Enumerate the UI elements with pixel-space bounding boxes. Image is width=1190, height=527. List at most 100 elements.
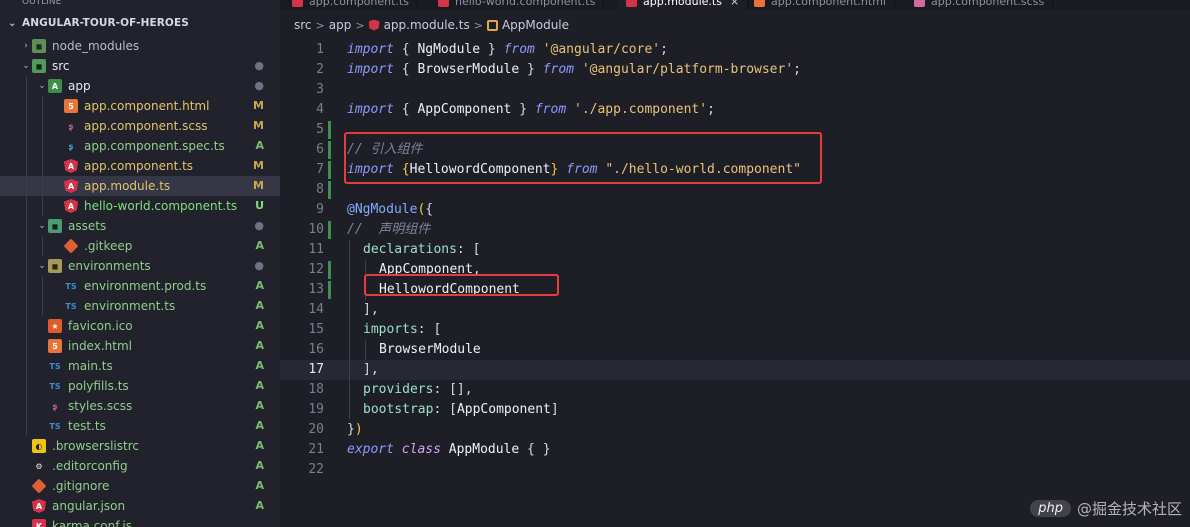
code-line[interactable]: 5 xyxy=(280,120,1190,140)
editor-tab[interactable]: app.module.ts × xyxy=(618,0,749,10)
code-line[interactable]: 20}) xyxy=(280,420,1190,440)
tree-item[interactable]: Aangular.json A xyxy=(0,496,280,516)
git-status-badge: M xyxy=(253,119,264,132)
browserslist-file-icon: ◐ xyxy=(32,439,46,453)
close-icon[interactable]: × xyxy=(730,0,739,8)
code-line[interactable]: 8 xyxy=(280,180,1190,200)
tree-item[interactable]: TS test.ts A xyxy=(0,416,280,436)
code-token: providers xyxy=(363,382,434,397)
chevron-down-icon[interactable]: ⌄ xyxy=(20,61,32,71)
code-line[interactable]: 14], xyxy=(280,300,1190,320)
tree-item[interactable]: .gitkeep A xyxy=(0,236,280,256)
breadcrumb-item[interactable]: AppModule xyxy=(502,18,569,32)
git-status-badge: M xyxy=(253,179,264,192)
code-line[interactable]: 6 // 引入组件 xyxy=(280,140,1190,160)
breadcrumb-item[interactable]: app xyxy=(329,18,352,32)
code-token: ; xyxy=(660,42,668,57)
indent-guide xyxy=(42,156,43,176)
code-area[interactable]: 1 import { NgModule } from '@angular/core… xyxy=(280,40,1190,480)
tree-item[interactable]: › ◼ node_modules xyxy=(0,36,280,56)
tree-item[interactable]: ⚙ .editorconfig A xyxy=(0,456,280,476)
git-file-icon xyxy=(31,478,47,494)
tree-item[interactable]: ★ favicon.ico A xyxy=(0,316,280,336)
tree-item[interactable]: TS environment.ts A xyxy=(0,296,280,316)
code-token: from xyxy=(566,162,598,177)
tree-item[interactable]: ⌄ Aapp ● xyxy=(0,76,280,96)
git-status-badge: A xyxy=(255,339,264,352)
code-text: }) xyxy=(347,420,363,440)
tree-item-label: main.ts xyxy=(68,359,113,373)
indent-guide xyxy=(365,340,366,360)
tree-item[interactable]: Ahello-world.component.ts U xyxy=(0,196,280,216)
chevron-down-icon[interactable]: ⌄ xyxy=(36,221,48,231)
code-line[interactable]: 15 imports: [ xyxy=(280,320,1190,340)
code-line[interactable]: 12 AppComponent, xyxy=(280,260,1190,280)
indent-guide xyxy=(365,280,366,300)
editor-tab[interactable]: app.component.html xyxy=(746,0,895,10)
code-token: "./hello-world.component" xyxy=(605,162,801,177)
code-line[interactable]: 10 // 声明组件 xyxy=(280,220,1190,240)
chevron-right-icon[interactable]: › xyxy=(20,41,32,51)
tree-item[interactable]: Aapp.component.ts M xyxy=(0,156,280,176)
tree-item[interactable]: Kkarma.conf.js xyxy=(0,516,280,527)
code-token: from xyxy=(534,102,567,117)
code-line[interactable]: 22 xyxy=(280,460,1190,480)
code-line[interactable]: 16 BrowserModule xyxy=(280,340,1190,360)
line-number: 17 xyxy=(308,362,324,377)
explorer-root-folder[interactable]: ⌄ ANGULAR-TOUR-OF-HEROES xyxy=(0,10,280,36)
code-line[interactable]: 1 import { NgModule } from '@angular/core… xyxy=(280,40,1190,60)
code-line[interactable]: 18 providers: [], xyxy=(280,380,1190,400)
git-file-icon xyxy=(63,238,79,254)
tree-item[interactable]: 5 index.html A xyxy=(0,336,280,356)
indent-guide xyxy=(26,316,27,336)
node-modules-folder-icon: ◼ xyxy=(32,39,46,53)
code-line[interactable]: 9 @NgModule({ xyxy=(280,200,1190,220)
indent-guide xyxy=(26,256,27,276)
code-line[interactable]: 4 import { AppComponent } from './app.com… xyxy=(280,100,1190,120)
tree-item[interactable]: ◐ .browserslistrc A xyxy=(0,436,280,456)
code-token: ] xyxy=(550,402,559,417)
line-number: 9 xyxy=(316,202,324,217)
editor-tab[interactable]: app.component.scss xyxy=(906,0,1054,10)
tree-item[interactable]: ʂ app.component.spec.ts A xyxy=(0,136,280,156)
tree-item[interactable]: TS polyfills.ts A xyxy=(0,376,280,396)
code-line[interactable]: 7 import {HellowordComponent} from "./hel… xyxy=(280,160,1190,180)
code-line[interactable]: 19 bootstrap: [AppComponent] xyxy=(280,400,1190,420)
chevron-down-icon[interactable]: ⌄ xyxy=(36,261,48,271)
angular-file-icon: A xyxy=(64,159,78,173)
scss-file-icon: ʂ xyxy=(52,401,58,411)
breadcrumb-item[interactable]: src xyxy=(294,18,312,32)
tree-item[interactable]: Aapp.module.ts M xyxy=(0,176,280,196)
editor-tab[interactable]: app.component.ts xyxy=(284,0,418,10)
tree-item-label: app.component.ts xyxy=(84,159,194,173)
editor-tab[interactable]: hello-world.component.ts xyxy=(430,0,605,10)
code-line[interactable]: 11 declarations: [ xyxy=(280,240,1190,260)
code-line[interactable]: 21 export class AppModule { } xyxy=(280,440,1190,460)
breadcrumb-item[interactable]: app.module.ts xyxy=(384,18,470,32)
indent-guide xyxy=(26,196,27,216)
tree-item[interactable]: ʂ app.component.scss M xyxy=(0,116,280,136)
git-status-badge: M xyxy=(253,159,264,172)
tree-item[interactable]: ʂ styles.scss A xyxy=(0,396,280,416)
tree-item[interactable]: ⌄ ◼ src ● xyxy=(0,56,280,76)
indent-guide xyxy=(349,340,350,360)
tree-item[interactable]: TS main.ts A xyxy=(0,356,280,376)
tree-item-label: app.component.spec.ts xyxy=(84,139,225,153)
code-line[interactable]: 13 HellowordComponent xyxy=(280,280,1190,300)
angular-json-file-icon: A xyxy=(32,499,46,513)
tree-item[interactable]: 5 app.component.html M xyxy=(0,96,280,116)
tree-item[interactable]: ⌄ ◼ assets ● xyxy=(0,216,280,236)
editor-tab-bar: app.component.ts hello-world.component.ts… xyxy=(280,0,1190,10)
code-line[interactable]: 17], xyxy=(280,360,1190,380)
tree-item[interactable]: ⌄ ◼ environments ● xyxy=(0,256,280,276)
tree-item[interactable]: TS environment.prod.ts A xyxy=(0,276,280,296)
code-line[interactable]: 2 import { BrowserModule } from '@angular… xyxy=(280,60,1190,80)
tree-item[interactable]: .gitignore A xyxy=(0,476,280,496)
file-tree: › ◼ node_modules ⌄ ◼ src ● ⌄ Aapp ● 5 app.component… xyxy=(0,36,280,527)
code-token: HellowordComponent xyxy=(409,162,551,177)
chevron-down-icon[interactable]: ⌄ xyxy=(36,81,48,91)
code-line[interactable]: 3 xyxy=(280,80,1190,100)
